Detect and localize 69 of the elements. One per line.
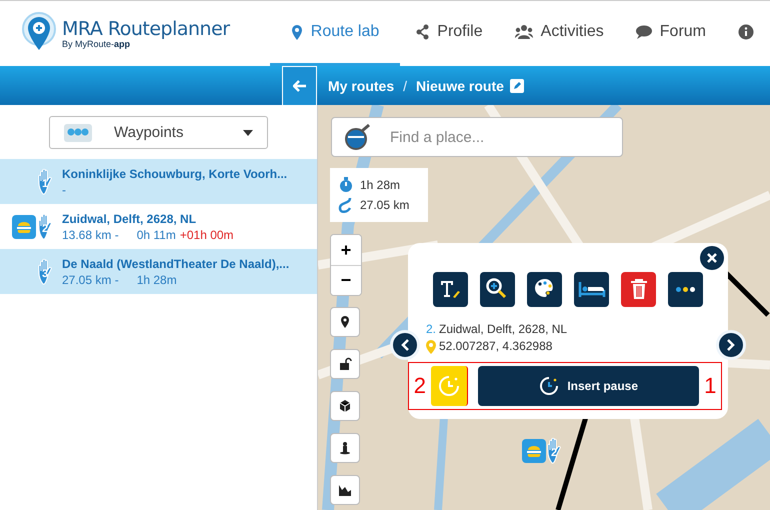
location-pin-icon	[290, 24, 303, 40]
zoom-out-button[interactable]: −	[331, 265, 361, 295]
annotation-number: 1	[703, 373, 718, 399]
app-title: MRA Routeplanner	[62, 18, 230, 40]
stopwatch-icon	[338, 176, 354, 194]
route-distance: 27.05 km	[360, 198, 410, 212]
waypoint-coordinates: 52.007287, 4.362988	[439, 338, 552, 355]
pin-button[interactable]	[330, 307, 360, 337]
waypoint-address: Zuidwal, Delft, 2628, NL	[439, 321, 568, 338]
close-button[interactable]	[700, 246, 724, 270]
chevron-left-icon	[401, 339, 409, 351]
arrow-left-icon	[292, 80, 306, 92]
elevation-chart-button[interactable]	[330, 475, 360, 505]
next-button[interactable]	[716, 330, 746, 360]
dots-icon	[676, 287, 695, 292]
back-button[interactable]	[282, 66, 317, 105]
breadcrumb-link[interactable]: Nieuwe route	[416, 78, 504, 94]
waypoint-title: Zuidwal, Delft, 2628, NL	[62, 210, 198, 226]
more-button[interactable]	[668, 272, 703, 307]
breadcrumb-separator: /	[403, 78, 408, 94]
padlock-icon	[338, 357, 352, 371]
cube-button[interactable]	[330, 391, 360, 421]
globe-search-icon	[344, 123, 372, 151]
nav-tab[interactable]: Profile	[400, 0, 499, 66]
waypoint-title: Koninklijke Schouwburg, Korte Voorh...	[62, 166, 288, 182]
chat-bubble-icon	[636, 24, 652, 40]
waypoint-distance: -	[62, 182, 66, 198]
close-icon	[707, 253, 717, 263]
person-icon	[338, 441, 352, 455]
info-icon	[738, 24, 754, 40]
timer-icon	[539, 376, 560, 396]
pause-burger-icon	[522, 439, 546, 463]
waypoint-distance: 27.05 km -	[62, 272, 119, 288]
waypoint-distance: 13.68 km -	[62, 226, 119, 242]
waypoints-icon	[64, 124, 92, 142]
waypoints-dropdown[interactable]: Waypoints	[49, 116, 268, 149]
share-icon	[416, 24, 430, 40]
pause-button[interactable]	[430, 366, 468, 406]
pin-icon	[338, 315, 352, 329]
route-duration: 1h 28m	[360, 178, 400, 192]
person-button[interactable]	[330, 433, 360, 463]
nav-tab[interactable]: Forum	[620, 0, 722, 66]
search-field[interactable]: Find a place...	[331, 117, 623, 157]
caret-icon	[243, 130, 253, 136]
edit-icon[interactable]	[510, 78, 524, 92]
app-subtitle: By MyRoute-app	[62, 39, 132, 49]
pause-duration: +01h 00m	[180, 226, 234, 242]
group-icon	[514, 24, 533, 40]
breadcrumb-link[interactable]: My routes	[328, 78, 394, 94]
annotation-number: 2	[412, 373, 427, 399]
waypoint-time: 0h 11m	[136, 226, 176, 242]
cube-icon	[338, 399, 352, 413]
timer-icon	[438, 375, 460, 397]
chevron-right-icon	[727, 339, 735, 351]
nav-tab[interactable]: Activities	[498, 0, 620, 66]
color-button[interactable]	[527, 272, 562, 307]
overnight-button[interactable]	[574, 272, 609, 307]
edit-text-button[interactable]	[433, 272, 468, 307]
zoom-to-button[interactable]	[480, 272, 515, 307]
previous-button[interactable]	[390, 330, 420, 360]
padlock-button[interactable]	[330, 349, 360, 379]
delete-button[interactable]	[621, 272, 656, 307]
waypoint-number: 2.	[426, 321, 436, 338]
elevation-chart-icon	[338, 483, 352, 497]
insert-pause-button[interactable]: Insert pause	[478, 366, 700, 406]
waypoint-title: De Naald (WestlandTheater De Naald),...	[62, 256, 290, 272]
route-icon	[338, 196, 354, 214]
location-pin-icon	[426, 340, 436, 354]
waypoint-time: 1h 28m	[136, 272, 177, 288]
